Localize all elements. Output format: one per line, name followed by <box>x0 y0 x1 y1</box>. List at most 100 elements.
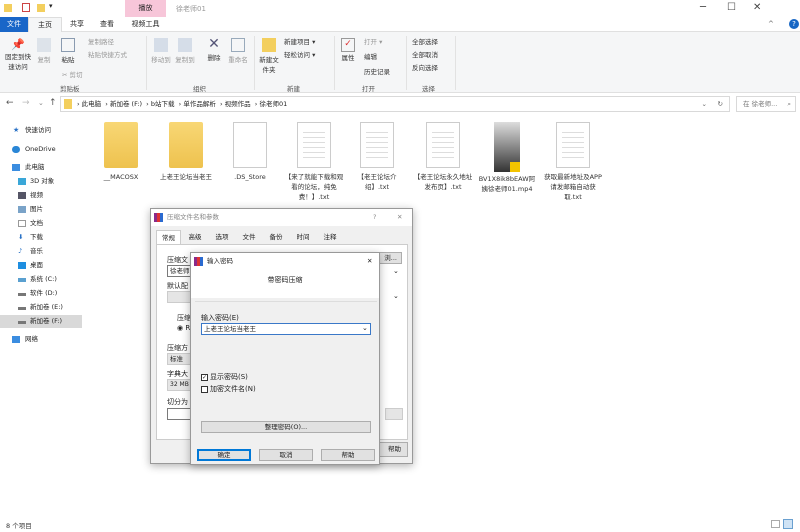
nav-drive-c[interactable]: 系统 (C:) <box>0 273 82 286</box>
divider <box>406 36 407 90</box>
tab-options[interactable]: 选项 <box>209 230 235 244</box>
tab-general[interactable]: 常规 <box>156 230 181 244</box>
invert-selection-button[interactable]: 反向选择 <box>412 62 438 72</box>
tab-home[interactable]: 主页 <box>28 17 62 32</box>
file-item[interactable]: .DS_Store <box>219 122 281 182</box>
delete-button[interactable]: ✕ 删除 <box>204 36 224 62</box>
paste-button[interactable]: 粘贴 <box>58 38 78 64</box>
rename-button[interactable]: 重命名 <box>226 38 250 64</box>
pin-button[interactable]: 📌 固定到快速访问 <box>2 38 34 71</box>
nav-quick-access[interactable]: ★ 快速访问 <box>0 124 82 137</box>
archive-name-dropdown-icon[interactable]: ⌄ <box>393 267 399 275</box>
nav-videos[interactable]: 视频 <box>0 189 82 202</box>
new-folder-button[interactable]: 新建文件夹 <box>256 38 282 74</box>
organize-passwords-button[interactable]: 整理密码(O)... <box>201 421 371 433</box>
crumb[interactable]: 徐老师01 <box>259 100 287 108</box>
close-button[interactable]: ✕ <box>753 2 761 13</box>
recent-dropdown-icon[interactable]: ⌄ <box>38 99 44 107</box>
nav-drive-f[interactable]: 新加卷 (F:) <box>0 315 82 328</box>
easy-access-button[interactable]: 轻松访问 ▾ <box>284 49 315 59</box>
maximize-button[interactable]: ☐ <box>727 2 736 13</box>
minimize-button[interactable]: ─ <box>700 2 706 13</box>
file-item[interactable]: __MACOSX <box>90 122 152 182</box>
file-item[interactable]: 【老王论坛永久地址发布页】.txt <box>412 122 474 192</box>
details-view-icon[interactable] <box>771 520 780 528</box>
select-none-button[interactable]: 全部取消 <box>412 49 438 59</box>
tab-time[interactable]: 时间 <box>290 230 316 244</box>
file-item[interactable]: 获取最新地址及APP请发邮箱自动获取.txt <box>542 122 604 202</box>
large-icons-view-icon[interactable] <box>783 519 793 529</box>
nav-music[interactable]: ♪ 音乐 <box>0 245 82 258</box>
close-button[interactable]: ✕ <box>397 209 402 226</box>
copy-button[interactable]: 复制 <box>34 38 54 64</box>
nav-onedrive[interactable]: OneDrive <box>0 143 82 156</box>
drive-icon <box>18 307 26 310</box>
nav-drive-e[interactable]: 新加卷 (E:) <box>0 301 82 314</box>
nav-this-pc[interactable]: 此电脑 <box>0 161 82 174</box>
delete-x-icon: ✕ <box>208 36 220 52</box>
tab-view[interactable]: 查看 <box>92 17 122 32</box>
crumb[interactable]: 视频作品 <box>225 100 251 108</box>
tab-advanced[interactable]: 高级 <box>182 230 208 244</box>
encrypt-filenames-checkbox[interactable]: 加密文件名(N) <box>201 384 256 394</box>
properties-button[interactable]: ✓ 属性 <box>338 38 358 62</box>
nav-downloads[interactable]: ⬇ 下载 <box>0 231 82 244</box>
tab-video-tools[interactable]: 视频工具 <box>125 17 166 32</box>
picture-icon <box>18 206 26 213</box>
up-button[interactable]: ↑ <box>49 98 57 108</box>
profile-dropdown-icon[interactable]: ⌄ <box>393 292 399 300</box>
file-item[interactable]: BV1X8ik8bEAW阿姨徐老师01.mp4 <box>476 122 538 194</box>
crumb[interactable]: 新加卷 (F:) <box>110 100 142 108</box>
show-password-checkbox[interactable]: ✓ 显示密码(S) <box>201 372 248 382</box>
quick-access-dropdown-icon[interactable]: ▾ <box>49 2 53 10</box>
search-input[interactable]: 在 徐老师... ⌕ <box>736 96 796 112</box>
forward-button[interactable]: → <box>22 98 30 108</box>
new-item-button[interactable]: 新建项目 ▾ <box>284 36 315 46</box>
tab-comment[interactable]: 注释 <box>317 230 343 244</box>
address-bar[interactable]: › 此电脑 › 新加卷 (F:) › b站下载 › 单作品解析 › 视频作品 ›… <box>60 96 730 112</box>
nav-desktop[interactable]: 桌面 <box>0 259 82 272</box>
copy-path-button[interactable]: 复制路径 <box>88 36 114 46</box>
back-button[interactable]: ← <box>6 98 14 108</box>
context-tab-play[interactable]: 播放 <box>125 0 166 17</box>
download-arrow-icon: ⬇ <box>18 233 24 241</box>
file-item[interactable]: 【老王论坛介绍】.txt <box>346 122 408 192</box>
collapse-ribbon-icon[interactable]: ^ <box>768 20 774 28</box>
crumb[interactable]: 此电脑 <box>82 100 102 108</box>
tab-share[interactable]: 共享 <box>62 17 92 32</box>
select-all-button[interactable]: 全部选择 <box>412 36 438 46</box>
tab-files[interactable]: 文件 <box>236 230 262 244</box>
help-button[interactable]: 帮助 <box>321 449 375 461</box>
split-unit-select[interactable] <box>385 408 403 420</box>
password-dropdown-icon[interactable]: ⌄ <box>362 324 368 332</box>
history-button[interactable]: 历史记录 <box>364 66 390 76</box>
nav-pictures[interactable]: 图片 <box>0 203 82 216</box>
crumb[interactable]: b站下载 <box>151 100 175 108</box>
cut-button[interactable]: ✂ 剪切 <box>62 69 83 79</box>
refresh-icon[interactable]: ↻ <box>718 97 723 111</box>
nav-network[interactable]: 网络 <box>0 333 82 346</box>
cancel-button[interactable]: 取消 <box>259 449 313 461</box>
close-button[interactable]: ✕ <box>367 253 372 270</box>
address-dropdown-icon[interactable]: ⌄ <box>702 97 707 111</box>
file-item[interactable]: 上老王论坛当老王 <box>155 122 217 182</box>
nav-drive-d[interactable]: 软件 (D:) <box>0 287 82 300</box>
nav-documents[interactable]: 文档 <box>0 217 82 230</box>
open-button[interactable]: 打开 ▾ <box>364 36 382 46</box>
tab-backup[interactable]: 备份 <box>263 230 289 244</box>
copy-to-button[interactable]: 复制到 <box>174 38 196 64</box>
nav-3d-objects[interactable]: 3D 对象 <box>0 175 82 188</box>
crumb[interactable]: 单作品解析 <box>183 100 216 108</box>
ok-button[interactable]: 确定 <box>197 449 251 461</box>
paste-shortcut-button[interactable]: 粘贴快捷方式 <box>88 49 127 59</box>
new-folder-quick-icon[interactable] <box>37 4 45 12</box>
status-item-count: 8 个项目 <box>6 522 32 530</box>
edit-button[interactable]: 编辑 <box>364 51 377 61</box>
properties-quick-icon[interactable] <box>22 3 30 12</box>
file-item[interactable]: 【来了就能下载和观看的论坛，纯免费！】.txt <box>283 122 345 202</box>
help-button[interactable]: ? <box>373 209 376 226</box>
password-input[interactable]: 上老王论坛当老王 <box>201 323 371 335</box>
tab-file[interactable]: 文件 <box>0 17 28 32</box>
help-icon[interactable]: ? <box>789 19 799 29</box>
move-to-button[interactable]: 移动到 <box>150 38 172 64</box>
